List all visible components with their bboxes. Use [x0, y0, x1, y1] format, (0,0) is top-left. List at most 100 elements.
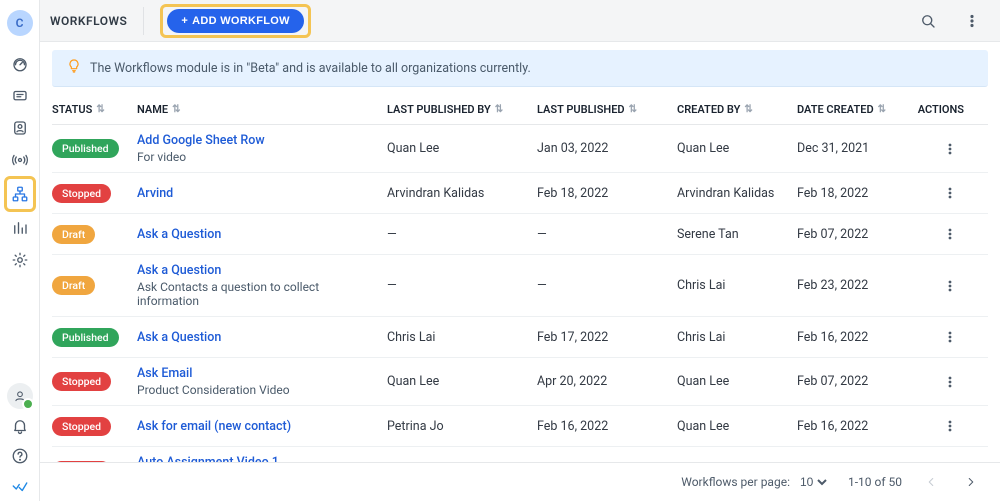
date-created: Feb 16, 2022 — [797, 330, 917, 345]
col-last-pub-by[interactable]: LAST PUBLISHED BY⇅ — [387, 103, 537, 116]
per-page-select[interactable]: 10 — [796, 474, 830, 490]
page-range: 1-10 of 50 — [848, 475, 902, 489]
topbar: WORKFLOWS + ADD WORKFLOW — [40, 0, 1000, 42]
table-header: STATUS⇅ NAME⇅ LAST PUBLISHED BY⇅ LAST PU… — [52, 95, 988, 125]
page-prev[interactable] — [920, 471, 942, 493]
table-row: StoppedAsk for email (new contact)Petrin… — [52, 406, 988, 447]
col-name[interactable]: NAME⇅ — [137, 103, 387, 116]
created-by: Quan Lee — [677, 374, 797, 389]
workflow-link[interactable]: Ask a Question — [137, 330, 377, 345]
table-row: Stopped Ask Email Product Consideration Vi… — [52, 358, 988, 406]
divider — [143, 7, 144, 35]
org-avatar[interactable]: C — [7, 10, 33, 36]
col-last-pub[interactable]: LAST PUBLISHED⇅ — [537, 103, 677, 116]
pagination: Workflows per page: 10 1-10 of 50 — [40, 462, 1000, 501]
date-created: Feb 07, 2022 — [797, 374, 917, 389]
user-presence[interactable] — [0, 381, 40, 411]
sidebar-item-contacts[interactable] — [0, 112, 40, 144]
sort-icon: ⇅ — [96, 104, 104, 115]
date-created: Feb 16, 2022 — [797, 419, 917, 434]
last-published-by: — — [387, 278, 537, 293]
table-row: StoppedAuto Assignment Video 1IC Video O… — [52, 447, 988, 462]
date-created: Feb 23, 2022 — [797, 278, 917, 293]
workflow-link[interactable]: Auto Assignment Video 1 — [137, 455, 377, 462]
created-by: Quan Lee — [677, 141, 797, 156]
row-menu-icon[interactable] — [938, 370, 962, 394]
created-by: Serene Tan — [677, 227, 797, 242]
row-menu-icon[interactable] — [938, 414, 962, 438]
lightbulb-icon — [66, 58, 82, 78]
workflow-link[interactable]: Arvind — [137, 186, 377, 201]
brand-icon[interactable] — [0, 471, 40, 501]
sidebar-item-dashboard[interactable] — [0, 48, 40, 80]
workflow-link[interactable]: Ask a Question — [137, 227, 377, 242]
notifications-icon[interactable] — [0, 411, 40, 441]
status-badge: Published — [52, 328, 119, 347]
last-published-by: Arvindran Kalidas — [387, 186, 537, 201]
workflow-link[interactable]: Add Google Sheet Row — [137, 133, 377, 148]
status-badge: Stopped — [52, 372, 111, 391]
help-icon[interactable] — [0, 441, 40, 471]
last-published-by: Quan Lee — [387, 141, 537, 156]
created-by: Chris Lai — [677, 278, 797, 293]
last-published: — — [537, 227, 677, 242]
workflow-link[interactable]: Ask Email — [137, 366, 377, 381]
beta-banner: The Workflows module is in "Beta" and is… — [52, 50, 988, 87]
last-published: Apr 20, 2022 — [537, 374, 677, 389]
last-published: Feb 18, 2022 — [537, 186, 677, 201]
workflow-link[interactable]: Ask for email (new contact) — [137, 419, 377, 434]
last-published: Feb 16, 2022 — [537, 419, 677, 434]
workflow-desc: Product Consideration Video — [137, 383, 377, 397]
date-created: Feb 18, 2022 — [797, 186, 917, 201]
last-published: — — [537, 278, 677, 293]
date-created: Feb 07, 2022 — [797, 227, 917, 242]
banner-text: The Workflows module is in "Beta" and is… — [90, 61, 531, 76]
page-next[interactable] — [960, 471, 982, 493]
sidebar-item-reports[interactable] — [0, 212, 40, 244]
last-published: Jan 03, 2022 — [537, 141, 677, 156]
sort-icon: ⇅ — [744, 104, 752, 115]
sort-icon: ⇅ — [172, 104, 180, 115]
last-published-by: Petrina Jo — [387, 419, 537, 434]
table-row: Draft Ask a Question Ask Contacts a questi… — [52, 255, 988, 317]
sidebar-item-messages[interactable] — [0, 80, 40, 112]
col-created-by[interactable]: CREATED BY⇅ — [677, 103, 797, 116]
sidebar: C — [0, 0, 40, 501]
row-menu-icon[interactable] — [938, 137, 962, 161]
date-created: Dec 31, 2021 — [797, 141, 917, 156]
status-badge: Draft — [52, 225, 95, 244]
last-published-by: — — [387, 227, 537, 242]
col-date-created[interactable]: DATE CREATED⇅ — [797, 103, 917, 116]
workflows-table: STATUS⇅ NAME⇅ LAST PUBLISHED BY⇅ LAST PU… — [40, 95, 1000, 462]
sidebar-item-workflows[interactable] — [0, 176, 40, 212]
search-icon[interactable] — [914, 7, 942, 35]
row-menu-icon[interactable] — [938, 325, 962, 349]
table-row: StoppedArvindArvindran KalidasFeb 18, 20… — [52, 173, 988, 214]
workflow-desc: Ask Contacts a question to collect infor… — [137, 280, 377, 308]
sort-icon: ⇅ — [495, 104, 503, 115]
last-published-by: Quan Lee — [387, 374, 537, 389]
plus-icon: + — [181, 15, 188, 27]
sort-icon: ⇅ — [878, 104, 886, 115]
table-row: DraftAsk a Question——Serene TanFeb 07, 2… — [52, 214, 988, 255]
sidebar-item-settings[interactable] — [0, 244, 40, 276]
more-icon[interactable] — [958, 7, 986, 35]
status-badge: Published — [52, 139, 119, 158]
workflow-desc: For video — [137, 150, 377, 164]
table-row: Published Add Google Sheet Row For video Qu… — [52, 125, 988, 173]
status-badge: Stopped — [52, 184, 111, 203]
row-menu-icon[interactable] — [938, 222, 962, 246]
add-workflow-button[interactable]: + ADD WORKFLOW — [167, 9, 303, 33]
content: WORKFLOWS + ADD WORKFLOW The Workflows — [40, 0, 1000, 501]
created-by: Quan Lee — [677, 419, 797, 434]
col-status[interactable]: STATUS⇅ — [52, 103, 137, 116]
status-badge: Draft — [52, 276, 95, 295]
workflow-link[interactable]: Ask a Question — [137, 263, 377, 278]
sidebar-item-broadcast[interactable] — [0, 144, 40, 176]
sort-icon: ⇅ — [629, 104, 637, 115]
created-by: Arvindran Kalidas — [677, 186, 797, 201]
row-menu-icon[interactable] — [938, 181, 962, 205]
row-menu-icon[interactable] — [938, 274, 962, 298]
created-by: Chris Lai — [677, 330, 797, 345]
table-row: PublishedAsk a QuestionChris LaiFeb 17, … — [52, 317, 988, 358]
